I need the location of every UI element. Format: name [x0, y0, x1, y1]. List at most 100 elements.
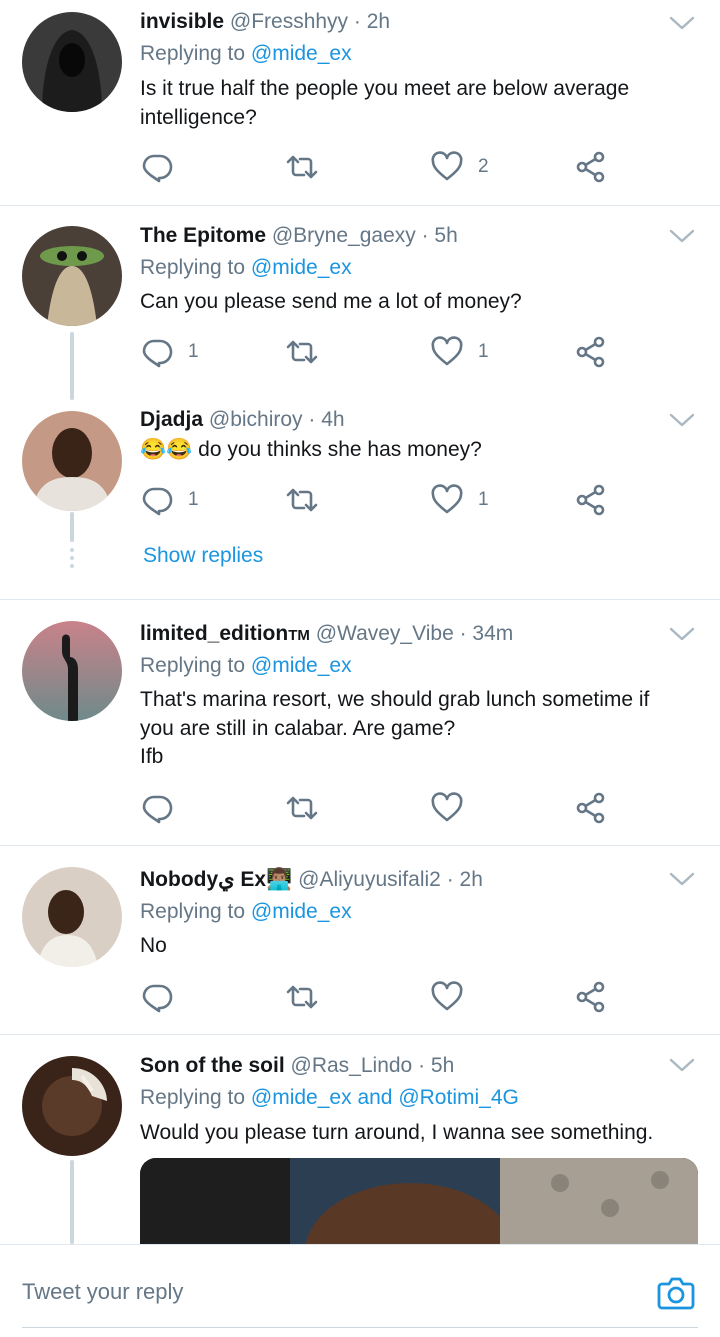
tweet-text: Would you please turn around, I wanna se… [140, 1121, 654, 1144]
like-button[interactable] [430, 788, 464, 828]
user-handle[interactable]: @Wavey_Vibe [316, 622, 454, 645]
tweet-text: Can you please send me a lot of money? [140, 290, 522, 313]
reply-icon [140, 335, 174, 369]
avatar[interactable] [22, 226, 122, 326]
share-icon [574, 791, 608, 825]
like-button[interactable] [430, 977, 464, 1017]
emoji: 👨🏽‍💻 [266, 868, 293, 891]
avatar[interactable] [22, 867, 122, 967]
reply-count: 1 [188, 489, 199, 510]
chevron-down-icon[interactable] [668, 869, 696, 889]
display-name[interactable]: Nobodyي Ex👨🏽‍💻 [140, 868, 292, 891]
like-count: 1 [478, 489, 489, 510]
thread-line [70, 1160, 74, 1244]
share-button[interactable] [574, 147, 608, 187]
reply-input[interactable]: Tweet your reply [22, 1279, 183, 1305]
chevron-down-icon[interactable] [668, 410, 696, 430]
tweet-actions [140, 788, 620, 828]
tweet-actions: 1 1 [140, 332, 620, 372]
reply-button[interactable] [140, 788, 174, 828]
divider [0, 205, 720, 206]
tweet-actions [140, 977, 620, 1017]
like-button[interactable]: 1 [430, 480, 489, 520]
timestamp: · 2h [446, 868, 483, 891]
avatar[interactable] [22, 12, 122, 112]
chevron-down-icon[interactable] [668, 624, 696, 644]
mention-link[interactable]: @mide_ex [251, 900, 352, 923]
display-name[interactable]: The Epitome [140, 224, 266, 247]
show-replies-link[interactable]: Show replies [143, 544, 263, 568]
share-button[interactable] [574, 480, 608, 520]
thread-line [70, 332, 74, 400]
tweet-text: Is it true half the people you meet are … [140, 77, 630, 129]
replying-to: Replying to @mide_ex [140, 42, 352, 65]
divider [0, 845, 720, 846]
display-name[interactable]: invisible [140, 10, 224, 33]
tweet-text: 😂😂 do you thinks she has money? [140, 438, 482, 461]
thread-dots [69, 548, 75, 572]
user-handle[interactable]: @bichiroy [209, 408, 303, 431]
user-handle[interactable]: @Ras_Lindo [291, 1054, 413, 1077]
share-icon [574, 980, 608, 1014]
reply-icon [140, 483, 174, 517]
avatar[interactable] [22, 411, 122, 511]
heart-icon [430, 483, 464, 517]
retweet-button[interactable] [285, 147, 319, 187]
chevron-down-icon[interactable] [668, 13, 696, 33]
avatar[interactable] [22, 1056, 122, 1156]
tweet-actions: 1 1 [140, 480, 620, 520]
like-count: 1 [478, 341, 489, 362]
retweet-icon [285, 150, 319, 184]
display-name[interactable]: Son of the soil [140, 1054, 285, 1077]
tweet-actions: 2 [140, 147, 620, 187]
reply-icon [140, 791, 174, 825]
retweet-button[interactable] [285, 332, 319, 372]
reply-button[interactable] [140, 147, 174, 187]
retweet-icon [285, 335, 319, 369]
divider [0, 1034, 720, 1035]
display-name[interactable]: limited_editionTM [140, 622, 310, 645]
share-button[interactable] [574, 977, 608, 1017]
reply-button[interactable] [140, 977, 174, 1017]
camera-icon[interactable] [656, 1273, 696, 1313]
replying-to: Replying to @mide_ex [140, 654, 352, 677]
like-button[interactable]: 2 [430, 147, 489, 187]
reply-button[interactable]: 1 [140, 332, 199, 372]
retweet-button[interactable] [285, 977, 319, 1017]
share-icon [574, 335, 608, 369]
tweet-header: invisible @Fresshhyy · 2h [140, 8, 390, 36]
mention-link[interactable]: @mide_ex [251, 654, 352, 677]
mention-link[interactable]: @mide_ex [251, 42, 352, 65]
user-handle[interactable]: @Fresshhyy [230, 10, 348, 33]
reply-button[interactable]: 1 [140, 480, 199, 520]
replying-to: Replying to @mide_ex and @Rotimi_4G [140, 1086, 519, 1109]
thread-line [70, 512, 74, 542]
share-icon [574, 150, 608, 184]
timestamp: · 5h [421, 224, 458, 247]
mention-link[interactable]: @mide_ex [251, 1086, 352, 1109]
tweet-header: Nobodyي Ex👨🏽‍💻 @Aliyuyusifali2 · 2h [140, 866, 483, 894]
share-button[interactable] [574, 332, 608, 372]
user-handle[interactable]: @Aliyuyusifali2 [298, 868, 441, 891]
tweet-media-image[interactable] [140, 1158, 698, 1248]
user-handle[interactable]: @Bryne_gaexy [272, 224, 416, 247]
reply-count: 1 [188, 341, 199, 362]
heart-icon [430, 335, 464, 369]
display-name[interactable]: Djadja [140, 408, 203, 431]
chevron-down-icon[interactable] [668, 1055, 696, 1075]
heart-icon [430, 980, 464, 1014]
like-button[interactable]: 1 [430, 332, 489, 372]
retweet-button[interactable] [285, 788, 319, 828]
replying-to: Replying to @mide_ex [140, 256, 352, 279]
chevron-down-icon[interactable] [668, 226, 696, 246]
heart-icon [430, 150, 464, 184]
mention-link[interactable]: @mide_ex [251, 256, 352, 279]
tweet-header: The Epitome @Bryne_gaexy · 5h [140, 222, 458, 250]
mention-link[interactable]: @Rotimi_4G [398, 1086, 519, 1109]
retweet-icon [285, 980, 319, 1014]
share-button[interactable] [574, 788, 608, 828]
retweet-button[interactable] [285, 480, 319, 520]
tweet-header: Djadja @bichiroy · 4h [140, 406, 345, 434]
avatar[interactable] [22, 621, 122, 721]
input-underline [22, 1327, 698, 1328]
